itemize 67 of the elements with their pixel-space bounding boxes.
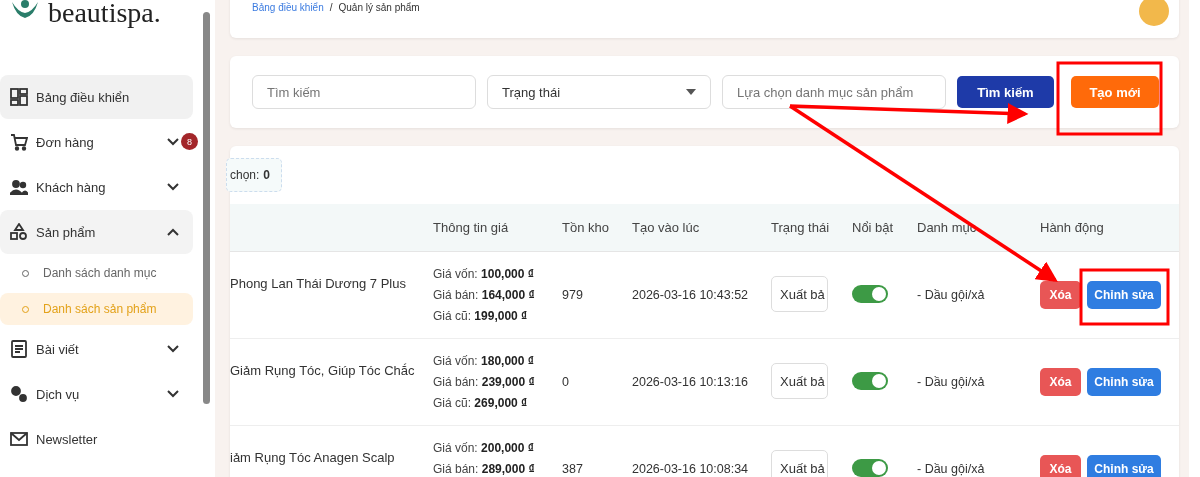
users-icon — [10, 178, 28, 196]
column-header: Tồn kho — [562, 220, 610, 235]
edit-button[interactable]: Chỉnh sửa — [1087, 281, 1161, 309]
mail-icon — [10, 430, 28, 448]
status-select[interactable]: Trạng thái — [487, 75, 711, 109]
price-line: Giá cũ: 199,000 ₫ — [433, 308, 529, 325]
column-header: Trạng thái — [771, 220, 831, 235]
category-field[interactable]: Lựa chọn danh mục sản phẩm — [722, 75, 946, 109]
toggle-switch[interactable] — [852, 458, 888, 477]
stock-cell-text: 979 — [562, 288, 584, 302]
product-name: Giảm Rụng Tóc, Giúp Tóc Chắc — [230, 363, 416, 378]
product-name: iảm Rụng Tóc Anagen Scalp — [230, 450, 396, 465]
sidebar-item[interactable]: Sản phẩm — [0, 210, 193, 254]
date-cell-text: 2026-03-16 10:08:34 — [632, 462, 750, 476]
price-line: Giá vốn: 200,000 ₫ — [433, 440, 535, 457]
column-header: Hành động — [1040, 220, 1105, 235]
column-header: Tạo vào lúc — [632, 220, 701, 235]
logo-text: beautispa. — [48, 0, 161, 28]
edit-button[interactable]: Chỉnh sửa — [1087, 368, 1161, 396]
product-name: Phong Lan Thái Dương 7 Plus — [230, 276, 407, 291]
status-select[interactable]: Xuất bả — [771, 449, 828, 477]
sidebar-item[interactable]: Đơn hàng — [0, 120, 180, 164]
count-badge: 8 — [181, 133, 198, 150]
caret-icon — [686, 89, 696, 95]
sidebar-item[interactable]: Newsletter — [0, 417, 193, 461]
shapes-icon — [10, 223, 28, 241]
sidebar-item[interactable]: Dịch vụ — [0, 372, 193, 416]
status-select[interactable]: Xuất bả — [771, 362, 828, 399]
sidebar-item[interactable]: Khách hàng — [0, 165, 193, 209]
gears-icon — [10, 385, 28, 403]
price-line: Giá bán: 289,000 ₫ — [433, 461, 536, 477]
date-cell-text: 2026-03-16 10:43:52 — [632, 288, 750, 302]
stock-cell-text: 387 — [562, 462, 584, 476]
date-cell-text: 2026-03-16 10:13:16 — [632, 375, 750, 389]
breadcrumb-text: / — [329, 2, 333, 13]
delete-button[interactable]: Xóa — [1040, 455, 1081, 477]
edit-button[interactable]: Chỉnh sửa — [1087, 455, 1161, 477]
price-line: Giá bán: 164,000 ₫ — [433, 287, 536, 304]
selection-counter: chọn: 0 — [226, 158, 282, 192]
toggle-switch[interactable] — [852, 284, 888, 303]
category-cell-text: - Dầu gội/xả — [917, 462, 986, 476]
status-select[interactable]: Xuất bả — [771, 275, 828, 312]
toggle-switch[interactable] — [852, 371, 888, 390]
delete-button[interactable]: Xóa — [1040, 281, 1081, 309]
document-icon — [10, 340, 28, 358]
price-line: Giá cũ: 269,000 ₫ — [433, 395, 529, 412]
search-button[interactable]: Tìm kiếm — [957, 76, 1054, 108]
scrollbar-thumb[interactable] — [203, 12, 210, 404]
avatar[interactable] — [1139, 0, 1169, 26]
dashboard-icon — [10, 88, 28, 106]
sidebar-subitem[interactable]: Danh sách danh mục — [0, 257, 193, 289]
stock-cell-text: 0 — [562, 375, 570, 389]
delete-button[interactable]: Xóa — [1040, 368, 1081, 396]
price-line: Giá bán: 239,000 ₫ — [433, 374, 536, 391]
column-header: Nổi bật — [852, 220, 895, 235]
cart-icon — [10, 133, 28, 151]
leaf-logo-icon — [10, 0, 40, 20]
sidebar-item[interactable]: Bài viết — [0, 327, 193, 371]
price-line: Giá vốn: 100,000 ₫ — [433, 266, 535, 283]
column-header: Thông tin giá — [433, 220, 510, 235]
price-line: Giá vốn: 180,000 ₫ — [433, 353, 535, 370]
search-field[interactable]: Tìm kiếm — [252, 75, 476, 109]
breadcrumb-text: Quản lý sản phẩm — [338, 2, 420, 13]
sidebar-item[interactable]: Bảng điều khiển — [0, 75, 193, 119]
category-cell-text: - Dầu gội/xả — [917, 375, 986, 389]
category-cell-text: - Dầu gội/xả — [917, 288, 986, 302]
breadcrumb-link[interactable]: Bảng điều khiển — [252, 2, 324, 13]
